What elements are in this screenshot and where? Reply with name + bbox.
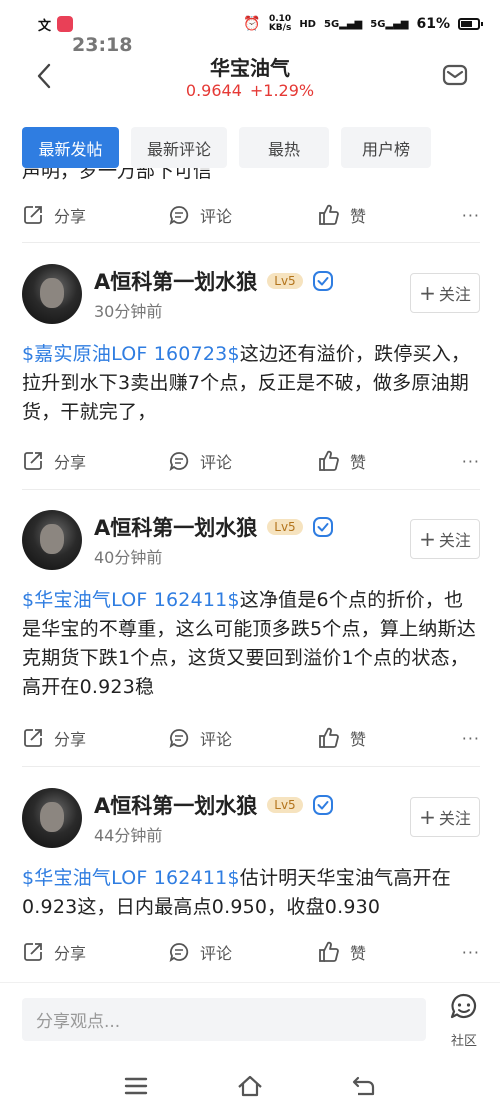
share-button[interactable]: 分享 — [22, 940, 168, 964]
thumbs-up-icon — [319, 204, 339, 225]
more-icon[interactable]: ··· — [462, 943, 480, 962]
post-content[interactable]: $华宝油气LOF 162411$估计明天华宝油气高开在0.923这，日内最高点0… — [22, 864, 482, 922]
price-quote: 0.9644 +1.29% — [0, 81, 500, 100]
verified-icon — [312, 795, 333, 815]
comment-button[interactable]: 评论 — [168, 449, 318, 473]
post-time: 44分钟前 — [94, 826, 163, 845]
share-icon — [24, 943, 42, 961]
verified-icon — [312, 271, 333, 291]
follow-button[interactable]: + 关注 — [410, 519, 480, 559]
username[interactable]: A恒科第一划水狼 Lv5 — [94, 512, 333, 542]
stock-tag-link[interactable]: $华宝油气LOF 162411$ — [22, 867, 240, 889]
more-icon[interactable]: ··· — [462, 729, 480, 748]
like-button[interactable]: 赞 — [318, 203, 448, 227]
community-icon — [450, 993, 477, 1019]
plus-icon: + — [419, 281, 436, 305]
system-nav-bar — [0, 1060, 500, 1111]
plus-icon: + — [419, 805, 436, 829]
thumbs-up-icon — [319, 727, 339, 748]
page-title: 华宝油气 — [210, 56, 290, 80]
signal-icon-1: 5G▂▄▆ — [323, 18, 363, 30]
comment-icon — [169, 729, 189, 749]
community-button[interactable]: 社区 — [444, 992, 484, 1049]
filter-tabs: 最新发帖 最新评论 最热 用户榜 — [22, 127, 431, 168]
share-opinion-input[interactable]: 分享观点... — [22, 998, 426, 1041]
like-button[interactable]: 赞 — [318, 449, 448, 473]
post-actions: 分享 评论 赞 ··· — [22, 446, 480, 476]
follow-button[interactable]: + 关注 — [410, 273, 480, 313]
hd-icon: HD — [299, 18, 316, 30]
share-icon — [24, 729, 42, 747]
like-button[interactable]: 赞 — [318, 940, 448, 964]
notification-icons: 文 — [38, 15, 74, 34]
battery-percent: 61% — [416, 16, 450, 32]
back-nav-icon[interactable] — [351, 1073, 377, 1099]
post-content[interactable]: $华宝油气LOF 162411$这净值是6个点的折价，也是华宝的不尊重，这么可能… — [22, 586, 482, 702]
post-actions: 分享 评论 赞 ··· — [22, 937, 480, 967]
comment-icon — [169, 943, 189, 963]
thumbs-up-icon — [319, 941, 339, 962]
username[interactable]: A恒科第一划水狼 Lv5 — [94, 790, 333, 820]
level-badge: Lv5 — [267, 797, 303, 813]
red-app-icon — [57, 16, 74, 32]
tab-latest-posts[interactable]: 最新发帖 — [22, 127, 119, 168]
level-badge: Lv5 — [267, 273, 303, 289]
post-actions: 分享 评论 赞 ··· — [22, 723, 480, 753]
avatar[interactable] — [22, 788, 82, 848]
thumbs-up-icon — [319, 450, 339, 471]
level-badge: Lv5 — [267, 519, 303, 535]
more-icon[interactable]: ··· — [462, 206, 480, 225]
comment-button[interactable]: 评论 — [168, 940, 318, 964]
comment-icon — [169, 452, 189, 472]
battery-icon — [458, 18, 483, 30]
avatar[interactable] — [22, 510, 82, 570]
avatar[interactable] — [22, 264, 82, 324]
verified-icon — [312, 517, 333, 537]
divider — [22, 242, 480, 243]
plus-icon: + — [419, 527, 436, 551]
page-header: 华宝油气 0.9644 +1.29% — [0, 48, 500, 106]
home-icon[interactable] — [237, 1073, 263, 1099]
community-label: 社区 — [450, 1034, 477, 1049]
price-value: 0.9644 — [185, 81, 242, 100]
menu-icon[interactable] — [123, 1073, 149, 1099]
stock-tag-link[interactable]: $嘉实原油LOF 160723$ — [22, 343, 240, 365]
comment-icon — [169, 206, 189, 226]
message-icon[interactable] — [442, 62, 468, 88]
price-change: +1.29% — [249, 81, 315, 100]
post-time: 30分钟前 — [94, 302, 163, 321]
stock-tag-link[interactable]: $华宝油气LOF 162411$ — [22, 589, 240, 611]
post-content[interactable]: $嘉实原油LOF 160723$这边还有溢价，跌停买入，拉升到水下3卖出赚7个点… — [22, 340, 482, 427]
tab-latest-comments[interactable]: 最新评论 — [131, 127, 227, 168]
share-icon — [24, 206, 42, 224]
like-button[interactable]: 赞 — [318, 726, 448, 750]
share-icon — [24, 452, 42, 470]
status-bar: 23:18 文 ⏰ 0.10 KB/s HD 5G▂▄▆ 5G▂▄▆ 61% — [0, 0, 500, 56]
tab-hottest[interactable]: 最热 — [239, 127, 329, 168]
more-icon[interactable]: ··· — [462, 452, 480, 471]
divider — [22, 766, 480, 767]
comment-button[interactable]: 评论 — [168, 726, 318, 750]
share-button[interactable]: 分享 — [22, 203, 168, 227]
divider — [22, 489, 480, 490]
tab-user-ranking[interactable]: 用户榜 — [341, 127, 431, 168]
username[interactable]: A恒科第一划水狼 Lv5 — [94, 266, 333, 296]
comment-button[interactable]: 评论 — [168, 203, 318, 227]
post-actions: 分享 评论 赞 ··· — [22, 200, 480, 230]
signal-icon-2: 5G▂▄▆ — [370, 18, 409, 30]
clipped-post-text: 声明，罗一万部下可信 — [22, 168, 213, 182]
alarm-icon: ⏰ — [243, 16, 261, 32]
share-button[interactable]: 分享 — [22, 449, 168, 473]
post-time: 40分钟前 — [94, 548, 163, 567]
share-button[interactable]: 分享 — [22, 726, 168, 750]
app-notification-icon: 文 — [38, 18, 52, 34]
follow-button[interactable]: + 关注 — [410, 797, 480, 837]
network-speed: 0.10 KB/s — [268, 14, 292, 33]
